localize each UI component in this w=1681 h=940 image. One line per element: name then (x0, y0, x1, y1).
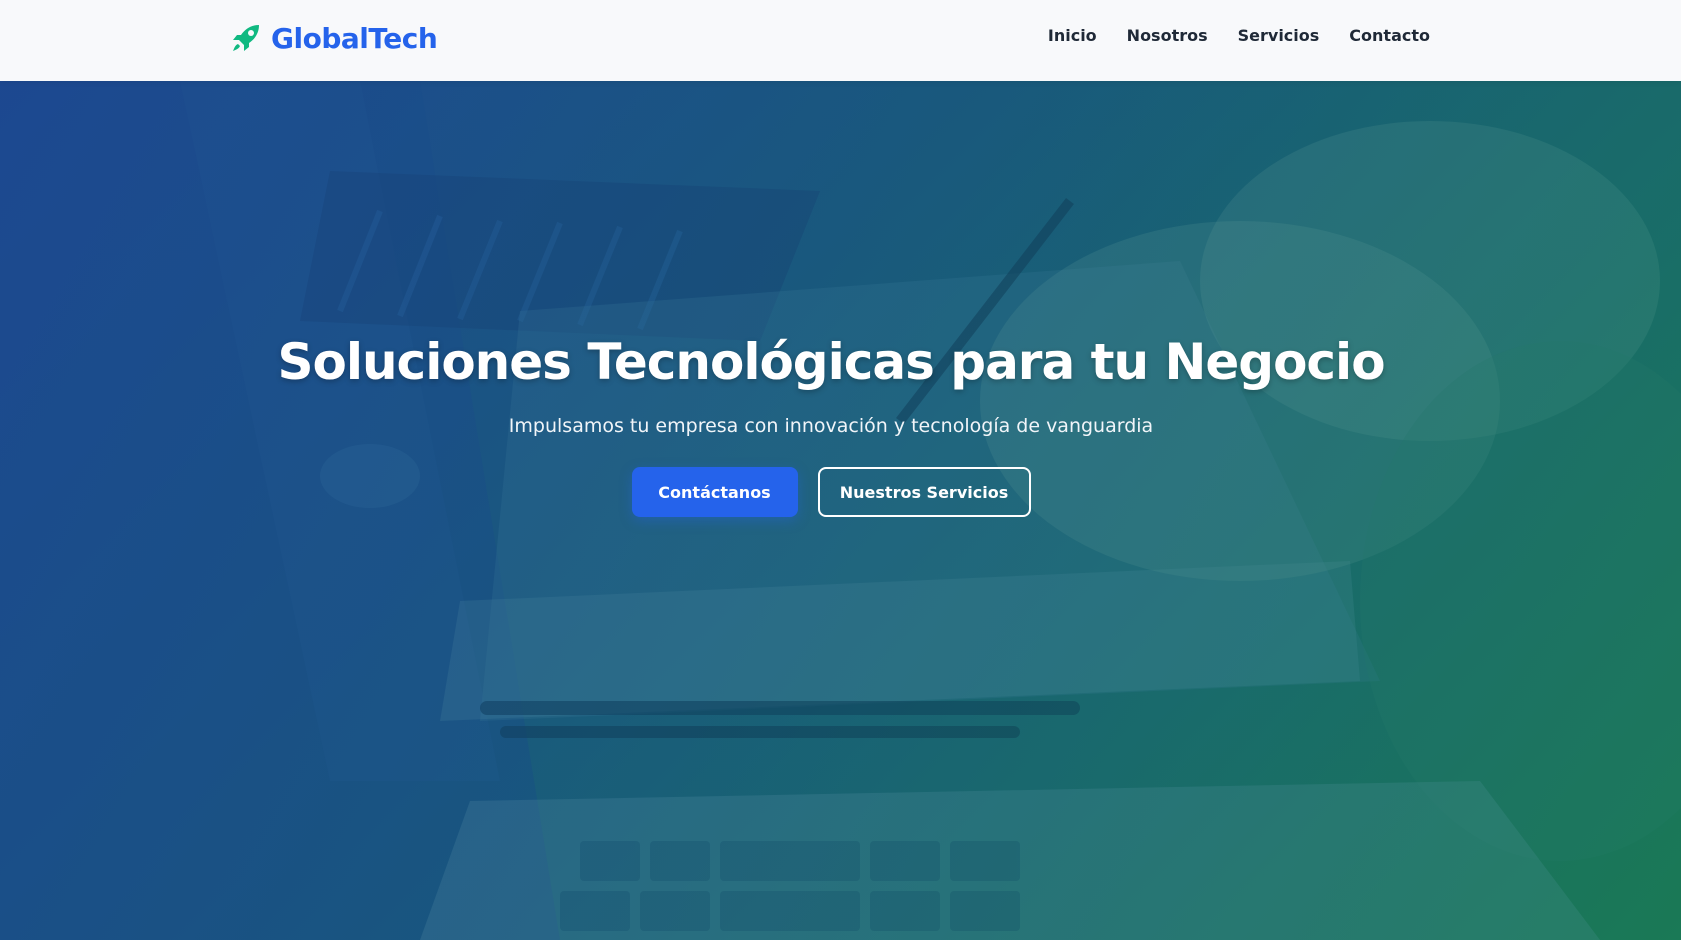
hero-section: Soluciones Tecnológicas para tu Negocio … (0, 81, 1681, 940)
contact-button[interactable]: Contáctanos (631, 467, 798, 517)
nav-link-contacto[interactable]: Contacto (1349, 26, 1430, 45)
hero-buttons: Contáctanos Nuestros Servicios (0, 467, 1662, 517)
hero-subtitle: Impulsamos tu empresa con innovación y t… (508, 415, 1154, 437)
brand-name: GlobalTech (271, 21, 438, 55)
nav-item-contacto: Contacto (1349, 26, 1430, 45)
hero-title: Soluciones Tecnológicas para tu Negocio (277, 333, 1385, 391)
nav-item-servicios: Servicios (1238, 26, 1320, 45)
nav-item-inicio: Inicio (1048, 26, 1097, 45)
services-button[interactable]: Nuestros Servicios (817, 467, 1031, 517)
nav-link-inicio[interactable]: Inicio (1048, 26, 1097, 45)
brand-logo[interactable]: GlobalTech (229, 20, 438, 56)
nav-item-nosotros: Nosotros (1127, 26, 1208, 45)
site-header: GlobalTech Inicio Nosotros Servicios Con… (0, 0, 1681, 81)
hero-content: Soluciones Tecnológicas para tu Negocio … (0, 331, 1662, 517)
nav-link-servicios[interactable]: Servicios (1238, 26, 1320, 45)
main-nav: Inicio Nosotros Servicios Contacto (1048, 26, 1430, 45)
rocket-icon (233, 25, 259, 51)
nav-link-nosotros[interactable]: Nosotros (1127, 26, 1208, 45)
